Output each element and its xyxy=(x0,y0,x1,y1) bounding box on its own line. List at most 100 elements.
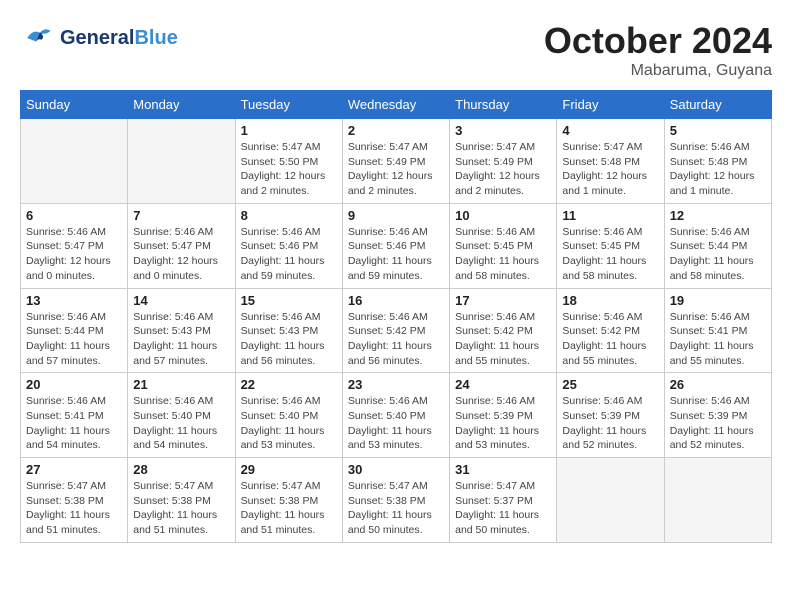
day-info: Sunrise: 5:46 AM Sunset: 5:47 PM Dayligh… xyxy=(26,225,122,284)
logo-text: GeneralBlue xyxy=(60,27,178,49)
calendar-cell-w5-d2: 29Sunrise: 5:47 AM Sunset: 5:38 PM Dayli… xyxy=(235,458,342,543)
calendar-cell-w5-d4: 31 Sunrise: 5:47 AM Sunset: 5:37 PM Dayli… xyxy=(450,458,557,543)
title-block: October 2024 Mabaruma, Guyana xyxy=(544,20,772,80)
day-info: Sunrise: 5:46 AM Sunset: 5:46 PM Dayligh… xyxy=(241,225,337,284)
day-number: 30 xyxy=(348,462,444,477)
day-info: Sunrise: 5:46 AM Sunset: 5:41 PM Dayligh… xyxy=(670,310,766,369)
day-number: 1 xyxy=(241,123,337,138)
day-info: Sunrise: 5:46 AM Sunset: 5:47 PM Dayligh… xyxy=(133,225,229,284)
calendar-cell-w3-d2: 15 Sunrise: 5:46 AM Sunset: 5:43 PM Dayli… xyxy=(235,288,342,373)
day-info: Sunrise: 5:46 AM Sunset: 5:42 PM Dayligh… xyxy=(455,310,551,369)
day-info: Sunrise: 5:46 AM Sunset: 5:43 PM Dayligh… xyxy=(241,310,337,369)
calendar-cell-w1-d4: 3 Sunrise: 5:47 AM Sunset: 5:49 PM Daylig… xyxy=(450,119,557,204)
calendar-header-row: Sunday Monday Tuesday Wednesday Thursday… xyxy=(21,91,772,119)
day-info: Sunrise: 5:47 AM Sunset: 5:38 PM Dayligh… xyxy=(26,479,122,538)
day-number: 18 xyxy=(562,293,658,308)
logo: GeneralBlue xyxy=(20,20,178,56)
day-number: 20 xyxy=(26,377,122,392)
page-header: GeneralBlue October 2024 Mabaruma, Guyan… xyxy=(20,20,772,80)
week-row-4: 20 Sunrise: 5:46 AM Sunset: 5:41 PM Dayli… xyxy=(21,373,772,458)
day-number: 13 xyxy=(26,293,122,308)
day-number: 17 xyxy=(455,293,551,308)
col-thursday: Thursday xyxy=(450,91,557,119)
calendar-cell-w4-d3: 23Sunrise: 5:46 AM Sunset: 5:40 PM Dayli… xyxy=(342,373,449,458)
calendar-cell-w3-d3: 16 Sunrise: 5:46 AM Sunset: 5:42 PM Dayli… xyxy=(342,288,449,373)
day-number: 21 xyxy=(133,377,229,392)
logo-blue: Blue xyxy=(134,27,177,49)
day-info: Sunrise: 5:46 AM Sunset: 5:46 PM Dayligh… xyxy=(348,225,444,284)
calendar-table: Sunday Monday Tuesday Wednesday Thursday… xyxy=(20,90,772,543)
week-row-2: 6 Sunrise: 5:46 AM Sunset: 5:47 PM Daylig… xyxy=(21,203,772,288)
day-info: Sunrise: 5:46 AM Sunset: 5:40 PM Dayligh… xyxy=(133,394,229,453)
day-info: Sunrise: 5:46 AM Sunset: 5:39 PM Dayligh… xyxy=(562,394,658,453)
calendar-cell-w2-d2: 8 Sunrise: 5:46 AM Sunset: 5:46 PM Daylig… xyxy=(235,203,342,288)
calendar-cell-w2-d1: 7 Sunrise: 5:46 AM Sunset: 5:47 PM Daylig… xyxy=(128,203,235,288)
calendar-cell-w3-d4: 17 Sunrise: 5:46 AM Sunset: 5:42 PM Dayli… xyxy=(450,288,557,373)
day-number: 26 xyxy=(670,377,766,392)
day-info: Sunrise: 5:46 AM Sunset: 5:48 PM Dayligh… xyxy=(670,140,766,199)
calendar-cell-w5-d3: 30 Sunrise: 5:47 AM Sunset: 5:38 PM Dayli… xyxy=(342,458,449,543)
day-number: 2 xyxy=(348,123,444,138)
calendar-cell-w3-d1: 14 Sunrise: 5:46 AM Sunset: 5:43 PM Dayli… xyxy=(128,288,235,373)
day-info: Sunrise: 5:47 AM Sunset: 5:38 PM Dayligh… xyxy=(348,479,444,538)
calendar-cell-w1-d0 xyxy=(21,119,128,204)
day-info: Sunrise: 5:46 AM Sunset: 5:42 PM Dayligh… xyxy=(562,310,658,369)
day-info: Sunrise: 5:46 AM Sunset: 5:45 PM Dayligh… xyxy=(562,225,658,284)
day-number: 27 xyxy=(26,462,122,477)
col-saturday: Saturday xyxy=(664,91,771,119)
day-info: Sunrise: 5:46 AM Sunset: 5:41 PM Dayligh… xyxy=(26,394,122,453)
calendar-cell-w4-d6: 26Sunrise: 5:46 AM Sunset: 5:39 PM Dayli… xyxy=(664,373,771,458)
calendar-cell-w5-d6 xyxy=(664,458,771,543)
day-number: 9 xyxy=(348,208,444,223)
calendar-cell-w4-d4: 24Sunrise: 5:46 AM Sunset: 5:39 PM Dayli… xyxy=(450,373,557,458)
day-number: 23 xyxy=(348,377,444,392)
calendar-cell-w5-d5 xyxy=(557,458,664,543)
day-number: 3 xyxy=(455,123,551,138)
calendar-cell-w3-d6: 19 Sunrise: 5:46 AM Sunset: 5:41 PM Dayli… xyxy=(664,288,771,373)
day-info: Sunrise: 5:46 AM Sunset: 5:45 PM Dayligh… xyxy=(455,225,551,284)
calendar-cell-w2-d5: 11 Sunrise: 5:46 AM Sunset: 5:45 PM Dayli… xyxy=(557,203,664,288)
day-number: 22 xyxy=(241,377,337,392)
calendar-cell-w1-d6: 5Sunrise: 5:46 AM Sunset: 5:48 PM Daylig… xyxy=(664,119,771,204)
calendar-cell-w4-d5: 25Sunrise: 5:46 AM Sunset: 5:39 PM Dayli… xyxy=(557,373,664,458)
calendar-cell-w4-d0: 20 Sunrise: 5:46 AM Sunset: 5:41 PM Dayli… xyxy=(21,373,128,458)
day-info: Sunrise: 5:47 AM Sunset: 5:37 PM Dayligh… xyxy=(455,479,551,538)
day-info: Sunrise: 5:47 AM Sunset: 5:50 PM Dayligh… xyxy=(241,140,337,199)
calendar-cell-w1-d5: 4Sunrise: 5:47 AM Sunset: 5:48 PM Daylig… xyxy=(557,119,664,204)
calendar-cell-w3-d5: 18 Sunrise: 5:46 AM Sunset: 5:42 PM Dayli… xyxy=(557,288,664,373)
day-info: Sunrise: 5:46 AM Sunset: 5:43 PM Dayligh… xyxy=(133,310,229,369)
day-info: Sunrise: 5:46 AM Sunset: 5:39 PM Dayligh… xyxy=(455,394,551,453)
day-number: 15 xyxy=(241,293,337,308)
day-info: Sunrise: 5:46 AM Sunset: 5:44 PM Dayligh… xyxy=(26,310,122,369)
logo-general: General xyxy=(60,27,134,49)
col-friday: Friday xyxy=(557,91,664,119)
day-number: 7 xyxy=(133,208,229,223)
day-number: 8 xyxy=(241,208,337,223)
day-info: Sunrise: 5:46 AM Sunset: 5:44 PM Dayligh… xyxy=(670,225,766,284)
calendar-cell-w2-d4: 10 Sunrise: 5:46 AM Sunset: 5:45 PM Dayli… xyxy=(450,203,557,288)
day-number: 6 xyxy=(26,208,122,223)
day-info: Sunrise: 5:46 AM Sunset: 5:42 PM Dayligh… xyxy=(348,310,444,369)
calendar-cell-w5-d1: 28Sunrise: 5:47 AM Sunset: 5:38 PM Dayli… xyxy=(128,458,235,543)
calendar-cell-w1-d2: 1 Sunrise: 5:47 AM Sunset: 5:50 PM Daylig… xyxy=(235,119,342,204)
calendar-cell-w4-d1: 21 Sunrise: 5:46 AM Sunset: 5:40 PM Dayli… xyxy=(128,373,235,458)
day-number: 28 xyxy=(133,462,229,477)
day-number: 11 xyxy=(562,208,658,223)
day-info: Sunrise: 5:47 AM Sunset: 5:49 PM Dayligh… xyxy=(455,140,551,199)
day-number: 19 xyxy=(670,293,766,308)
col-wednesday: Wednesday xyxy=(342,91,449,119)
col-monday: Monday xyxy=(128,91,235,119)
day-number: 16 xyxy=(348,293,444,308)
day-number: 31 xyxy=(455,462,551,477)
calendar-cell-w4-d2: 22Sunrise: 5:46 AM Sunset: 5:40 PM Dayli… xyxy=(235,373,342,458)
day-number: 10 xyxy=(455,208,551,223)
col-tuesday: Tuesday xyxy=(235,91,342,119)
day-number: 12 xyxy=(670,208,766,223)
calendar-cell-w2-d6: 12 Sunrise: 5:46 AM Sunset: 5:44 PM Dayli… xyxy=(664,203,771,288)
month-title: October 2024 xyxy=(544,20,772,62)
calendar-cell-w2-d0: 6 Sunrise: 5:46 AM Sunset: 5:47 PM Daylig… xyxy=(21,203,128,288)
calendar-cell-w2-d3: 9 Sunrise: 5:46 AM Sunset: 5:46 PM Daylig… xyxy=(342,203,449,288)
day-info: Sunrise: 5:47 AM Sunset: 5:48 PM Dayligh… xyxy=(562,140,658,199)
logo-icon xyxy=(20,20,56,56)
day-number: 14 xyxy=(133,293,229,308)
